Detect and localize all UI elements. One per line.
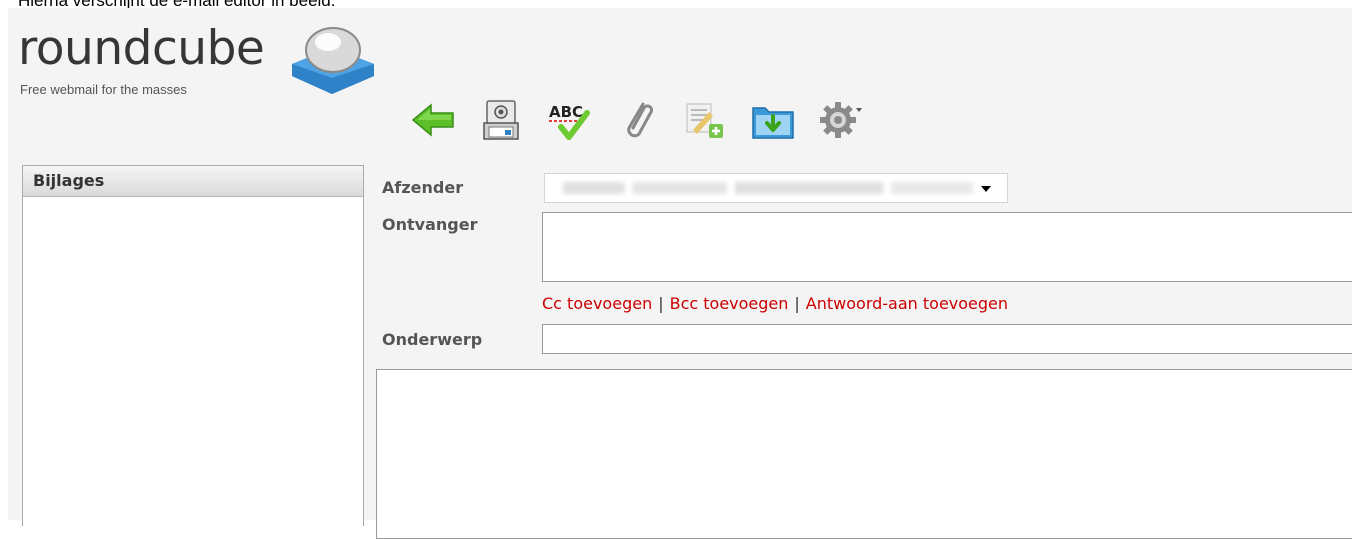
send-button[interactable] (476, 92, 526, 148)
add-bcc-link[interactable]: Bcc toevoegen (670, 294, 789, 313)
spellcheck-button[interactable]: ABC (544, 92, 594, 148)
save-folder-icon (752, 107, 794, 139)
back-arrow-icon (411, 103, 454, 137)
separator: | (794, 294, 800, 313)
signature-button[interactable] (680, 92, 730, 148)
to-field[interactable] (542, 212, 1352, 282)
add-replyto-link[interactable]: Antwoord-aan toevoegen (806, 294, 1008, 313)
from-value-redacted (563, 182, 973, 194)
roundcube-compose-window: roundcube Free webmail for the masses AB… (8, 8, 1352, 539)
spellcheck-icon: ABC (549, 103, 590, 140)
options-button[interactable] (816, 92, 866, 148)
subject-label: Onderwerp (382, 330, 483, 349)
send-mail-icon (483, 100, 519, 140)
roundcube-logo[interactable]: roundcube Free webmail for the masses (18, 18, 388, 118)
subject-field[interactable] (542, 324, 1352, 354)
signature-icon (686, 103, 723, 138)
attachments-panel: Bijlages (22, 165, 364, 526)
attachments-title: Bijlages (23, 166, 363, 197)
message-body-editor[interactable] (376, 369, 1352, 539)
back-button[interactable] (408, 92, 458, 148)
add-cc-link[interactable]: Cc toevoegen (542, 294, 652, 313)
attach-button[interactable] (612, 92, 662, 148)
cube-icon (292, 27, 374, 94)
to-label: Ontvanger (382, 215, 478, 234)
chevron-down-icon (981, 186, 991, 192)
logo-wordmark: roundcube (18, 21, 265, 76)
add-header-links: Cc toevoegen | Bcc toevoegen | Antwoord-aan … (542, 294, 1008, 313)
from-select[interactable] (544, 173, 1008, 203)
gear-icon (820, 102, 862, 138)
logo-tagline: Free webmail for the masses (20, 82, 187, 97)
save-button[interactable] (748, 92, 798, 148)
paperclip-icon (627, 102, 653, 138)
svg-text:ABC: ABC (549, 103, 583, 121)
separator: | (658, 294, 664, 313)
from-label: Afzender (382, 178, 464, 197)
